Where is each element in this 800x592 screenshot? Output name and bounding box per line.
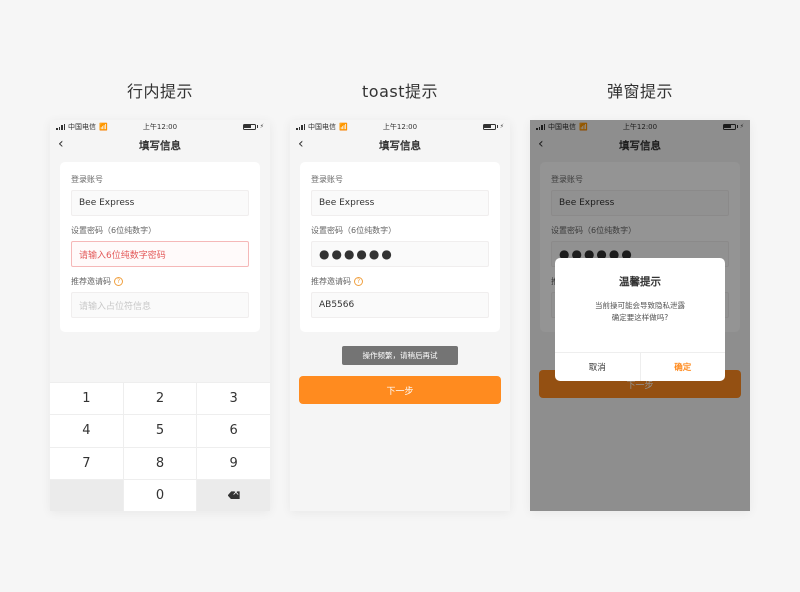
invite-input[interactable]: 请输入占位符信息 (71, 292, 249, 318)
section-title-dialog: 弹窗提示 (606, 82, 673, 101)
key-6[interactable]: 6 (197, 415, 270, 447)
key-7[interactable]: 7 (50, 447, 123, 479)
signal-icon (56, 123, 65, 130)
key-delete[interactable] (197, 479, 270, 511)
key-8[interactable]: 8 (123, 447, 197, 479)
dialog-cancel-button[interactable]: 取消 (555, 353, 641, 381)
key-3[interactable]: 3 (197, 383, 270, 415)
key-5[interactable]: 5 (123, 415, 197, 447)
wifi-icon: 📶 (339, 122, 348, 131)
back-icon[interactable]: ‹ (58, 136, 64, 152)
password-label: 设置密码（6位纯数字） (311, 226, 397, 235)
next-button[interactable]: 下一步 (299, 376, 501, 404)
carrier: 中国电信 (68, 122, 96, 131)
toast-message: 操作频繁，请稍后再试 (342, 346, 458, 365)
help-icon[interactable]: ? (354, 277, 363, 286)
account-input[interactable]: Bee Express (311, 190, 489, 216)
key-1[interactable]: 1 (50, 383, 123, 415)
form-card: 登录账号 Bee Express 设置密码（6位纯数字） ●●●●●● 推荐邀请… (300, 162, 500, 332)
status-bar: 中国电信 📶 上午12:00 ⚡ (50, 120, 270, 133)
key-0[interactable]: 0 (123, 479, 197, 511)
navbar: ‹ 填写信息 (50, 133, 270, 157)
dialog-confirm-button[interactable]: 确定 (641, 353, 726, 381)
battery-icon: ⚡ (482, 123, 504, 130)
dialog-actions: 取消 确定 (555, 352, 725, 381)
phone-toast-hint: 中国电信 📶 上午12:00 ⚡ ‹ 填写信息 登录账号 Bee Express… (290, 120, 510, 511)
dialog-message: 当前操可能会导致隐私泄露 确定要这样做吗? (555, 300, 725, 324)
invite-label: 推荐邀请码 ? (71, 276, 249, 287)
navbar: ‹ 填写信息 (290, 133, 510, 157)
form-card: 登录账号 Bee Express 设置密码（6位纯数字） 请输入6位纯数字密码 … (60, 162, 260, 332)
password-input[interactable]: ●●●●●● (311, 241, 489, 267)
section-title-inline: 行内提示 (126, 82, 193, 101)
password-input-error[interactable]: 请输入6位纯数字密码 (71, 241, 249, 267)
confirm-dialog: 温馨提示 当前操可能会导致隐私泄露 确定要这样做吗? 取消 确定 (555, 258, 725, 381)
account-label: 登录账号 (71, 175, 103, 184)
dialog-message-line2: 确定要这样做吗? (611, 313, 669, 322)
help-icon[interactable]: ? (114, 277, 123, 286)
dialog-title: 温馨提示 (619, 276, 661, 288)
invite-label-text: 推荐邀请码 (311, 277, 351, 286)
phone-dialog-hint: 中国电信 📶 上午12:00 ⚡ ‹ 填写信息 登录账号 Bee Express… (530, 120, 750, 511)
backspace-icon (227, 491, 240, 500)
numeric-keypad: 1 2 3 4 5 6 7 8 9 0 (50, 382, 270, 511)
battery-icon: ⚡ (242, 123, 264, 130)
back-icon[interactable]: ‹ (298, 136, 304, 152)
invite-label: 推荐邀请码 ? (311, 276, 489, 287)
invite-label-text: 推荐邀请码 (71, 277, 111, 286)
wifi-icon: 📶 (99, 122, 108, 131)
page-title: 填写信息 (379, 139, 421, 152)
invite-input[interactable]: AB5566 (311, 292, 489, 318)
dialog-message-line1: 当前操可能会导致隐私泄露 (595, 301, 685, 310)
password-label: 设置密码（6位纯数字） (71, 226, 157, 235)
key-4[interactable]: 4 (50, 415, 123, 447)
key-2[interactable]: 2 (123, 383, 197, 415)
section-title-toast: toast提示 (362, 82, 438, 101)
account-label: 登录账号 (311, 175, 343, 184)
carrier: 中国电信 (308, 122, 336, 131)
key-empty (50, 479, 123, 511)
account-input[interactable]: Bee Express (71, 190, 249, 216)
page-title: 填写信息 (139, 139, 181, 152)
signal-icon (296, 123, 305, 130)
key-9[interactable]: 9 (197, 447, 270, 479)
phone-inline-hint: 中国电信 📶 上午12:00 ⚡ ‹ 填写信息 登录账号 Bee Express… (50, 120, 270, 511)
status-bar: 中国电信 📶 上午12:00 ⚡ (290, 120, 510, 133)
